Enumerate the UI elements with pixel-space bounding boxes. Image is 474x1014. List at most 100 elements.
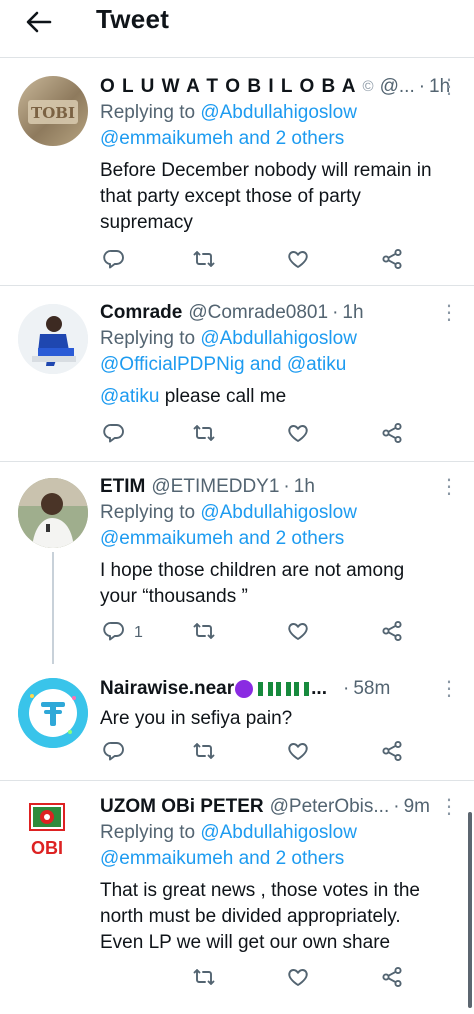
retweet-button[interactable] <box>192 740 216 766</box>
more-icon[interactable]: ⋮ <box>438 676 460 702</box>
mention-link[interactable]: @Abdullahigoslow <box>200 822 357 843</box>
reply-icon <box>102 421 126 450</box>
display-name[interactable]: Nairawise.near <box>100 676 234 702</box>
retweet-button[interactable] <box>192 422 216 448</box>
username[interactable]: @... <box>380 74 415 100</box>
tweet-reply[interactable]: ETIM @ETIMEDDY1 · 1h Replying to @Abdull… <box>0 474 474 664</box>
avatar[interactable]: OBI <box>22 800 72 864</box>
tweet-text-line: I hope those children are not among <box>100 560 405 581</box>
timestamp[interactable]: 9m <box>404 794 430 820</box>
tweet-actions <box>100 248 420 274</box>
like-icon <box>286 739 310 768</box>
mention-link[interactable]: @Abdullahigoslow <box>200 502 357 523</box>
reply-button[interactable]: 1 <box>102 620 143 646</box>
retweet-icon <box>192 965 216 994</box>
tweet-text-line: Before December nobody will remain in <box>100 160 432 181</box>
like-button[interactable] <box>286 740 310 766</box>
like-button[interactable] <box>286 966 310 992</box>
username[interactable]: @ETIMEDDY1 <box>151 474 279 500</box>
like-button[interactable] <box>286 422 310 448</box>
top-bar: Tweet <box>0 0 474 44</box>
retweet-icon <box>192 619 216 648</box>
tweet-text-line: That is great news , those votes in the <box>100 880 421 901</box>
divider <box>0 461 474 462</box>
retweet-icon <box>192 421 216 450</box>
page-title: Tweet <box>96 4 170 34</box>
avatar[interactable]: TOBI <box>18 76 88 146</box>
retweet-button[interactable] <box>192 966 216 992</box>
separator-dot: · <box>418 76 426 97</box>
share-button[interactable] <box>380 248 404 274</box>
username[interactable]: @Comrade0801 <box>188 300 328 326</box>
nigeria-flag-icon <box>276 682 292 696</box>
avatar[interactable] <box>18 678 88 748</box>
retweet-icon <box>192 247 216 276</box>
back-arrow-icon[interactable] <box>22 6 54 38</box>
reply-icon <box>102 739 126 768</box>
tweet-reply[interactable]: OBI UZOM OBi PETER @PeterObis... · 9m Re… <box>0 794 474 1004</box>
display-name[interactable]: Comrade <box>100 300 182 326</box>
like-icon <box>286 965 310 994</box>
scrollbar[interactable] <box>468 812 472 1008</box>
tweet-text: Are you in sefiya pain? <box>100 708 293 729</box>
reply-button[interactable] <box>102 248 134 274</box>
nigeria-flag-icon <box>258 682 274 696</box>
mention-link[interactable]: @OfficialPDPNig and @atiku <box>100 352 460 378</box>
mention-link[interactable]: @emmaikumeh and 2 others <box>100 126 460 152</box>
tweet-reply[interactable]: Comrade @Comrade0801 · 1h Replying to @A… <box>0 300 474 460</box>
tweet-reply[interactable]: TOBI O L U W A T O B I L O B A © @... · … <box>0 74 474 284</box>
tweet-actions <box>100 966 420 992</box>
timestamp[interactable]: 1h <box>342 300 363 326</box>
mention-link[interactable]: @atiku <box>100 386 159 407</box>
reply-icon <box>102 619 126 648</box>
nigeria-flag-icon <box>294 682 310 696</box>
separator-dot: · <box>342 678 350 699</box>
more-icon[interactable]: ⋮ <box>438 794 460 820</box>
share-button[interactable] <box>380 422 404 448</box>
like-button[interactable] <box>286 248 310 274</box>
tweet-reply[interactable]: Nairawise.near ... · 58m Are you in sefi… <box>0 676 474 776</box>
timestamp[interactable]: 58m <box>353 676 390 702</box>
mention-link[interactable]: @Abdullahigoslow <box>200 328 357 349</box>
reply-button[interactable] <box>102 422 134 448</box>
tweet-actions: 1 <box>100 620 420 646</box>
more-icon[interactable]: ⋮ <box>438 300 460 326</box>
divider <box>0 285 474 286</box>
username[interactable]: @PeterObis... <box>270 794 390 820</box>
replying-to-label: Replying to <box>100 822 196 843</box>
tweet-text-line: supremacy <box>100 212 193 233</box>
separator-dot: · <box>332 302 339 323</box>
purple-circle-emoji-icon <box>235 680 254 698</box>
avatar[interactable] <box>18 304 88 374</box>
replying-to-label: Replying to <box>100 328 196 349</box>
replying-to-label: Replying to <box>100 102 196 123</box>
share-button[interactable] <box>380 966 404 992</box>
reply-icon <box>102 247 126 276</box>
display-name[interactable]: UZOM OBi PETER <box>100 794 264 820</box>
separator-dot: · <box>283 476 290 497</box>
reply-button[interactable] <box>102 740 134 766</box>
like-icon <box>286 247 310 276</box>
more-icon[interactable]: ⋮ <box>438 474 460 500</box>
display-name[interactable]: ETIM <box>100 474 145 500</box>
avatar-logo-text: OBI <box>31 838 63 858</box>
separator-dot: · <box>393 796 400 817</box>
timestamp[interactable]: 1h <box>294 474 315 500</box>
tweet-text-line: north must be divided appropriately. <box>100 906 401 927</box>
like-button[interactable] <box>286 620 310 646</box>
retweet-button[interactable] <box>192 620 216 646</box>
share-button[interactable] <box>380 620 404 646</box>
reply-count: 1 <box>134 624 143 641</box>
mention-link[interactable]: @emmaikumeh and 2 others <box>100 846 460 872</box>
share-icon <box>380 739 404 768</box>
retweet-button[interactable] <box>192 248 216 274</box>
divider <box>0 780 474 781</box>
mention-link[interactable]: @Abdullahigoslow <box>200 102 357 123</box>
mention-link[interactable]: @emmaikumeh and 2 others <box>100 526 460 552</box>
divider <box>0 57 474 58</box>
tweet-text-line: that party except those of party <box>100 186 361 207</box>
more-icon[interactable]: ⋮ <box>438 74 460 100</box>
display-name[interactable]: O L U W A T O B I L O B A <box>100 74 357 100</box>
avatar[interactable] <box>18 478 88 548</box>
share-button[interactable] <box>380 740 404 766</box>
